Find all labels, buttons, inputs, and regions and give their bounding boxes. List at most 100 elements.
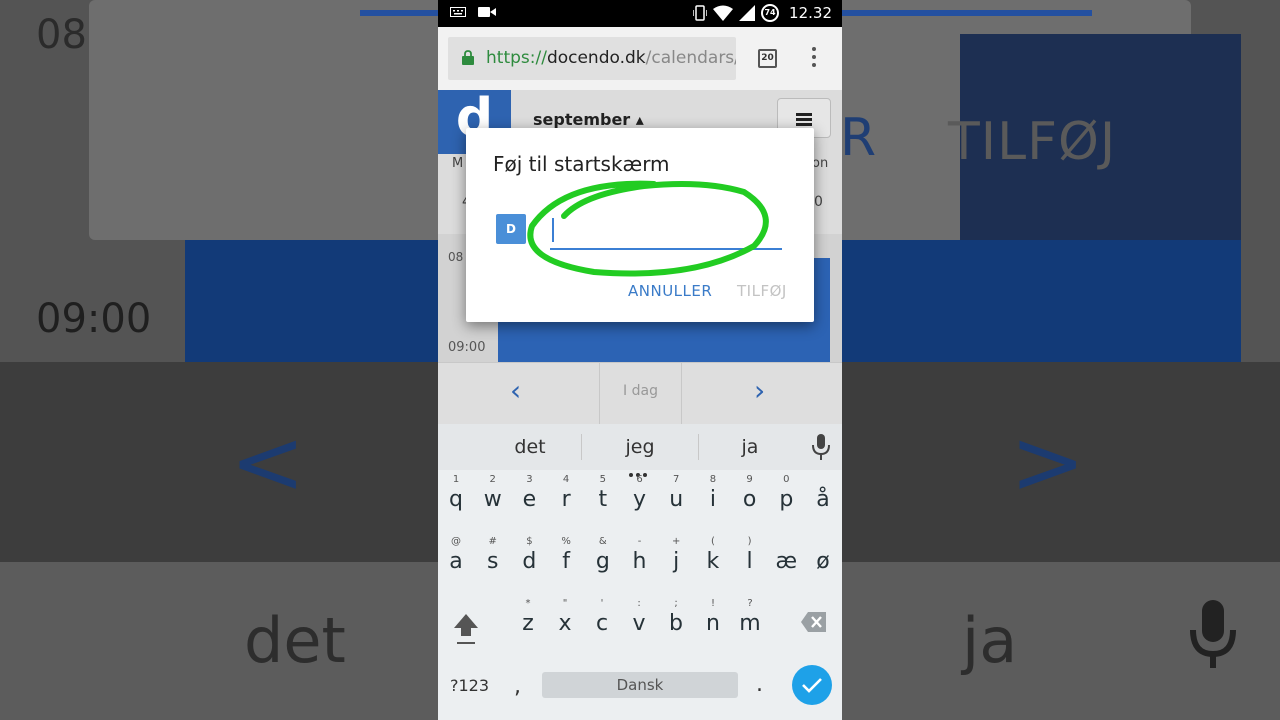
key-k[interactable]: (k [695,536,731,576]
key-hint [768,536,804,548]
shortcut-name-input[interactable] [550,214,782,250]
suggestion-strip: det jeg ja [438,424,842,477]
bg-mic-icon [1190,600,1236,668]
key-char: l [746,549,753,574]
key-y[interactable]: 6y [622,474,658,514]
key-ø[interactable]: ø [805,536,841,576]
bg-time-top: 08 [36,12,87,58]
bg-word-right: ja [962,604,1018,677]
more-suggestions-icon[interactable] [629,462,651,477]
key-å[interactable]: å [805,474,841,514]
video-icon [478,7,496,17]
space-bar[interactable]: Dansk [542,672,738,698]
key-n[interactable]: ! n [695,598,731,638]
symbols-key[interactable]: ?123 [450,676,489,695]
soft-keyboard: det jeg ja 1q2w3e4r5t6y7u8i9o0på @ a # s $ d%… [438,424,842,720]
key-v[interactable]: :v [621,598,657,638]
comma-key[interactable]: , [514,674,521,699]
key-z[interactable]: * z [510,598,546,638]
cancel-button[interactable]: ANNULLER [628,282,712,300]
key-hint: 3 [526,474,533,485]
key-hint: ( [710,536,715,547]
signal-icon [739,5,756,21]
key-hint [805,536,841,548]
key-hint: * [525,598,531,609]
status-clock: 12.32 [789,4,832,22]
microphone-icon[interactable] [812,434,830,460]
key-p[interactable]: 0p [768,474,804,514]
bg-r-fragment: R [840,108,877,168]
key-char: k [706,549,720,574]
bg-chevron-left-icon: < [230,410,306,515]
status-bar: 74 12.32 [438,0,842,27]
key-char: y [632,487,647,512]
shift-key-icon[interactable] [452,612,480,646]
key-hint: - [637,536,642,547]
key-æ[interactable]: æ [768,536,804,576]
suggestion-item[interactable]: ja [720,436,780,458]
key-char: s [486,549,499,574]
key-e[interactable]: 3e [511,474,547,514]
wifi-icon [713,5,734,21]
key-hint: @ [451,536,461,547]
add-button[interactable]: TILFØJ [737,282,787,300]
key-char: a [449,549,463,574]
key-char: u [669,487,684,512]
key-hint: 5 [599,474,606,485]
key-hint: ? [747,598,753,609]
key-r[interactable]: 4r [548,474,584,514]
key-char: z [522,611,534,636]
key-i[interactable]: 8i [695,474,731,514]
battery-icon: 74 [761,4,780,22]
key-char: å [816,487,830,512]
key-char: v [632,611,646,636]
key-char: æ [775,549,798,574]
key-hint: : [637,598,641,609]
key-char: b [669,611,683,636]
checkmark-icon [802,678,822,693]
key-d[interactable]: $ d [511,536,547,576]
key-b[interactable]: ; b [658,598,694,638]
bg-word-left: det [244,604,346,677]
key-hint: + [671,536,681,547]
key-char: p [779,487,794,512]
key-c[interactable]: ' c [584,598,620,638]
keyboard-icon [450,7,466,17]
key-j[interactable]: + j [658,536,694,576]
key-hint: % [561,536,571,547]
vibrate-icon [693,5,708,21]
key-u[interactable]: 7u [658,474,694,514]
key-char: o [742,487,757,512]
key-char: ø [816,549,830,574]
key-x[interactable]: " x [547,598,583,638]
key-hint: & [598,536,607,547]
key-l[interactable]: ) l [732,536,768,576]
key-hint: ) [747,536,752,547]
key-m[interactable]: ? m [732,598,768,638]
key-o[interactable]: 9o [732,474,768,514]
bg-add-label: TILFØJ [948,112,1117,172]
key-h[interactable]: -h [622,536,658,576]
key-g[interactable]: & g [585,536,621,576]
key-w[interactable]: 2w [475,474,511,514]
key-s[interactable]: # s [475,536,511,576]
key-char: d [522,549,537,574]
key-hint [805,474,841,486]
key-hint: 8 [709,474,717,485]
period-key[interactable]: . [756,672,763,697]
key-q[interactable]: 1q [438,474,474,514]
key-hint: 2 [489,474,496,485]
key-char: x [558,611,572,636]
enter-key[interactable] [792,665,832,705]
key-f[interactable]: % f [548,536,584,576]
key-char: g [595,549,610,574]
key-a[interactable]: @ a [438,536,474,576]
suggestion-item[interactable]: det [500,436,560,458]
key-char: q [449,487,463,512]
key-char: f [562,549,570,574]
key-t[interactable]: 5t [585,474,621,514]
key-hint: ! [710,598,715,609]
key-char: i [709,487,716,512]
backspace-key-icon[interactable] [800,610,828,634]
suggestion-item[interactable]: jeg [610,436,670,458]
